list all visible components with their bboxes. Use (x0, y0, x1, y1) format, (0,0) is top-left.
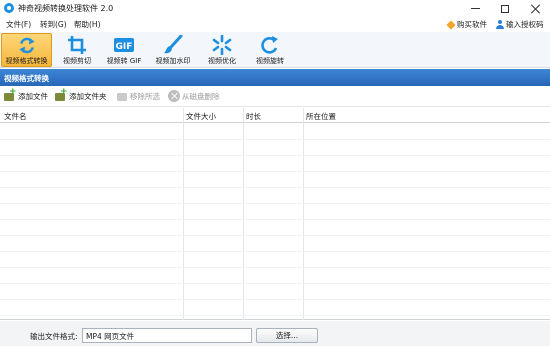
diamond-icon (446, 19, 456, 30)
tool-label: 视频转 GIF (106, 57, 142, 65)
add-folder-icon (55, 87, 68, 102)
delete-icon (168, 90, 180, 102)
close-button[interactable] (520, 0, 550, 17)
minimize-icon (470, 8, 480, 9)
remove-selected-button[interactable]: 移除所选 (116, 90, 160, 102)
tool-video-watermark[interactable]: 视频加水印 (152, 33, 194, 67)
section-header: 视频格式转换 (0, 69, 550, 86)
menu-bar: 文件(F) 转到(G) 帮助(H) 购买软件 输入授权码 (0, 17, 550, 32)
add-folder-label: 添加文件夹 (69, 91, 107, 101)
buy-software-link[interactable]: 购买软件 (446, 19, 487, 30)
row-divider (0, 315, 550, 316)
tool-label: 视频旋转 (256, 57, 284, 65)
title-bar: 神奇视频转换处理软件 2.0 (0, 0, 550, 17)
row-divider (0, 155, 550, 156)
user-icon (496, 20, 504, 29)
delete-from-disk-label: 从磁盘删除 (182, 91, 220, 101)
close-icon (530, 4, 540, 14)
add-file-button[interactable]: 添加文件 (4, 87, 48, 102)
column-header-duration[interactable]: 时长 (246, 111, 261, 122)
menu-file[interactable]: 文件(F) (6, 19, 31, 30)
convert-icon (18, 37, 35, 54)
row-divider (0, 267, 550, 268)
enter-auth-code-link[interactable]: 输入授权码 (496, 19, 544, 30)
file-table[interactable]: 文件名 文件大小 时长 所在位置 (0, 108, 550, 320)
column-header-file-size[interactable]: 文件大小 (186, 111, 216, 122)
section-title: 视频格式转换 (4, 74, 49, 83)
delete-from-disk-button[interactable]: 从磁盘删除 (168, 90, 220, 102)
output-bar: 输出文件格式: MP4 网页文件 选择... (0, 321, 550, 346)
add-file-icon (4, 87, 17, 102)
remove-selected-label: 移除所选 (130, 91, 160, 101)
row-divider (0, 235, 550, 236)
add-file-label: 添加文件 (18, 91, 48, 101)
tool-video-to-gif[interactable]: GIF 视频转 GIF (103, 33, 145, 67)
buy-software-label: 购买软件 (457, 20, 487, 29)
row-divider (0, 139, 550, 140)
tool-video-optimize[interactable]: 视频优化 (201, 33, 243, 67)
enter-auth-code-label: 输入授权码 (506, 20, 544, 29)
tool-label: 视频优化 (208, 57, 236, 65)
rotate-icon (261, 36, 278, 54)
column-header-location[interactable]: 所在位置 (306, 111, 336, 122)
row-divider (0, 299, 550, 300)
add-folder-button[interactable]: 添加文件夹 (55, 87, 107, 102)
minimize-button[interactable] (460, 0, 490, 17)
optimize-icon (212, 35, 232, 55)
table-header: 文件名 文件大小 时长 所在位置 (0, 108, 550, 123)
tool-video-format-convert[interactable]: 视频格式转换 (1, 33, 52, 67)
row-divider (0, 187, 550, 188)
main-toolbar: 视频格式转换 视频剪切 GIF 视频转 GIF 视频加水印 视频优化 视频旋转 (0, 32, 550, 68)
app-logo-icon (4, 3, 14, 13)
select-format-button[interactable]: 选择... (256, 328, 318, 343)
output-format-field[interactable]: MP4 网页文件 (82, 328, 252, 343)
tool-label: 视频格式转换 (5, 57, 48, 65)
maximize-button[interactable] (490, 0, 520, 17)
output-format-label: 输出文件格式: (30, 332, 78, 341)
tool-label: 视频加水印 (155, 57, 191, 65)
menu-goto[interactable]: 转到(G) (40, 19, 67, 30)
window-title: 神奇视频转换处理软件 2.0 (18, 4, 114, 13)
row-divider (0, 251, 550, 252)
remove-icon (116, 90, 128, 102)
brush-icon (164, 35, 183, 54)
gif-icon: GIF (114, 38, 134, 52)
row-divider (0, 219, 550, 220)
row-divider (0, 283, 550, 284)
action-bar: 添加文件 添加文件夹 移除所选 从磁盘删除 (0, 86, 550, 107)
row-divider (0, 171, 550, 172)
maximize-icon (501, 4, 509, 13)
row-divider (0, 203, 550, 204)
tool-label: 视频剪切 (63, 57, 91, 65)
svg-text:GIF: GIF (116, 42, 133, 52)
menu-help[interactable]: 帮助(H) (74, 19, 101, 30)
tool-video-rotate[interactable]: 视频旋转 (249, 33, 291, 67)
column-header-file-name[interactable]: 文件名 (4, 111, 27, 122)
crop-icon (68, 36, 86, 54)
tool-video-cut[interactable]: 视频剪切 (56, 33, 98, 67)
